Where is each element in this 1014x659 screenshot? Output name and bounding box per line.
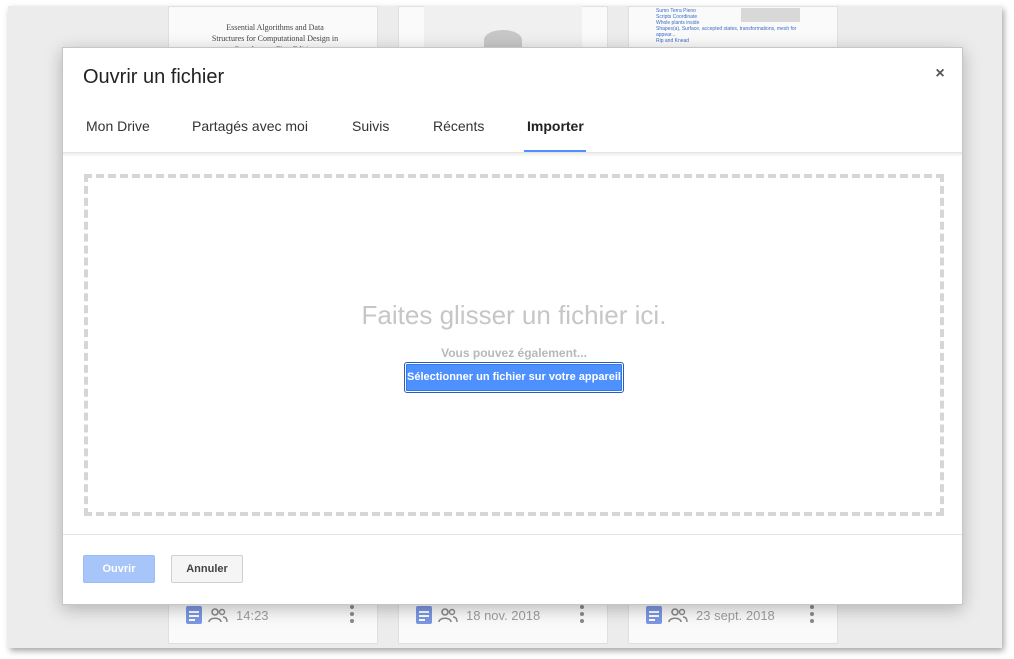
file-drop-zone[interactable]: Faites glisser un fichier ici. Vous pouv… (84, 174, 944, 516)
document-icon (186, 606, 202, 624)
tab-bar: Mon Drive Partagés avec moi Suivis Récen… (63, 110, 962, 153)
tab-divider-shadow (63, 153, 962, 157)
tab-partages-avec-moi[interactable]: Partagés avec moi (189, 118, 311, 152)
drop-zone-title: Faites glisser un fichier ici. (361, 300, 667, 330)
close-icon[interactable]: × (932, 66, 948, 82)
tab-mon-drive[interactable]: Mon Drive (83, 118, 153, 152)
more-options-icon[interactable] (350, 605, 354, 626)
thumbnail-line: Structures for Computational Design in (211, 34, 339, 43)
cancel-button[interactable]: Annuler (171, 555, 243, 583)
thumbnail-link: Rip and Knead (656, 38, 690, 44)
file-thumbnail-links: Sumo Terra Pieno Scripts Coordinate Whol… (656, 8, 806, 44)
shared-people-icon (438, 608, 458, 623)
tab-importer[interactable]: Importer (524, 118, 586, 152)
file-meta: 18 nov. 2018 (416, 604, 540, 626)
file-meta: 14:23 (186, 604, 269, 626)
thumbnail-link: Shapes(a), Surface, accepted states, tra… (656, 26, 797, 38)
open-button[interactable]: Ouvrir (83, 555, 155, 583)
file-modified-date: 14:23 (236, 607, 269, 623)
more-options-icon[interactable] (580, 605, 584, 626)
drop-zone-subtitle: Vous pouvez également... (441, 346, 587, 360)
select-file-button[interactable]: Sélectionner un fichier sur votre appare… (404, 362, 624, 393)
thumbnail-line: Essential Algorithms and Data (226, 23, 324, 32)
shared-people-icon (668, 608, 688, 623)
file-meta: 23 sept. 2018 (646, 604, 775, 626)
file-modified-date: 18 nov. 2018 (466, 607, 541, 623)
tab-recents[interactable]: Récents (430, 118, 487, 152)
tab-suivis[interactable]: Suivis (349, 118, 392, 152)
document-icon (646, 606, 662, 624)
document-icon (416, 606, 432, 624)
dialog-footer: Ouvrir Annuler (63, 534, 962, 605)
open-file-dialog: Ouvrir un fichier × Mon Drive Partagés a… (62, 47, 963, 605)
more-options-icon[interactable] (810, 605, 814, 626)
file-modified-date: 23 sept. 2018 (696, 607, 775, 623)
dialog-title: Ouvrir un fichier (83, 66, 225, 88)
shared-people-icon (208, 608, 228, 623)
